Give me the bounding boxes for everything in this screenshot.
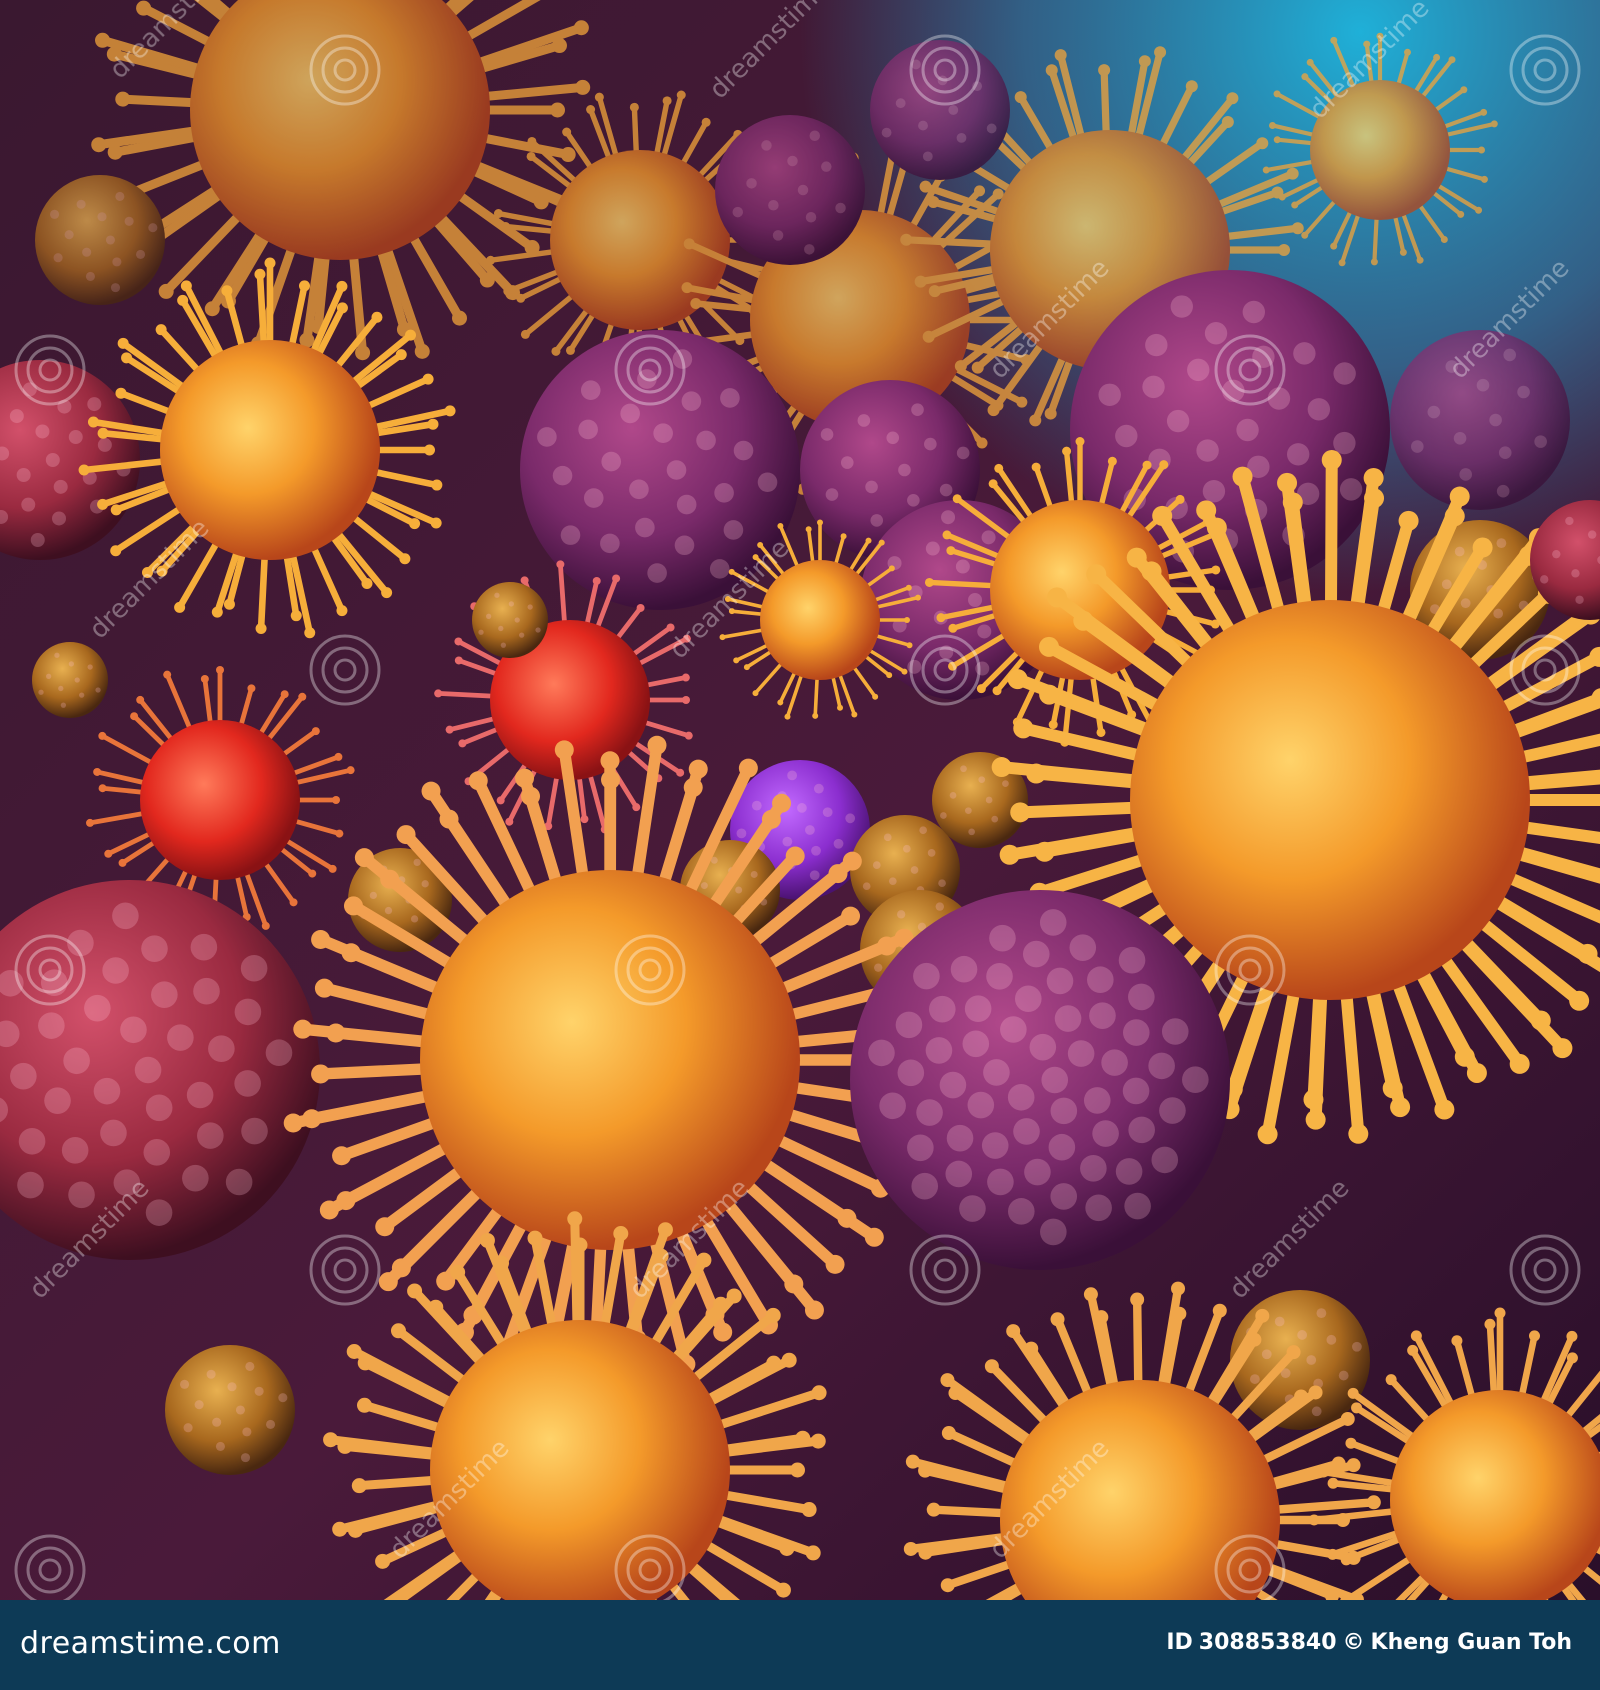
granule: [32, 642, 108, 718]
cell-background: [715, 115, 865, 265]
id-label: ID: [1166, 1630, 1193, 1655]
granule: [472, 582, 548, 658]
granule-background: [35, 175, 165, 305]
copyright-symbol: ©: [1342, 1630, 1365, 1655]
credit-footer: dreamstime.com ID 308853840 © Kheng Guan To…: [0, 1600, 1600, 1690]
microscopy-image: dreamstime dreamstimedreamstime dreamstime…: [0, 0, 1600, 1600]
image-credit: ID 308853840 © Kheng Guan Toh: [1166, 1630, 1578, 1655]
author-name[interactable]: Kheng Guan Toh: [1371, 1630, 1572, 1655]
site-name[interactable]: dreamstime.com: [20, 1626, 281, 1661]
granule: [165, 1345, 295, 1475]
granule: [1230, 1290, 1370, 1430]
id-value: 308853840: [1198, 1630, 1337, 1655]
cell-large-purple: [850, 890, 1230, 1270]
